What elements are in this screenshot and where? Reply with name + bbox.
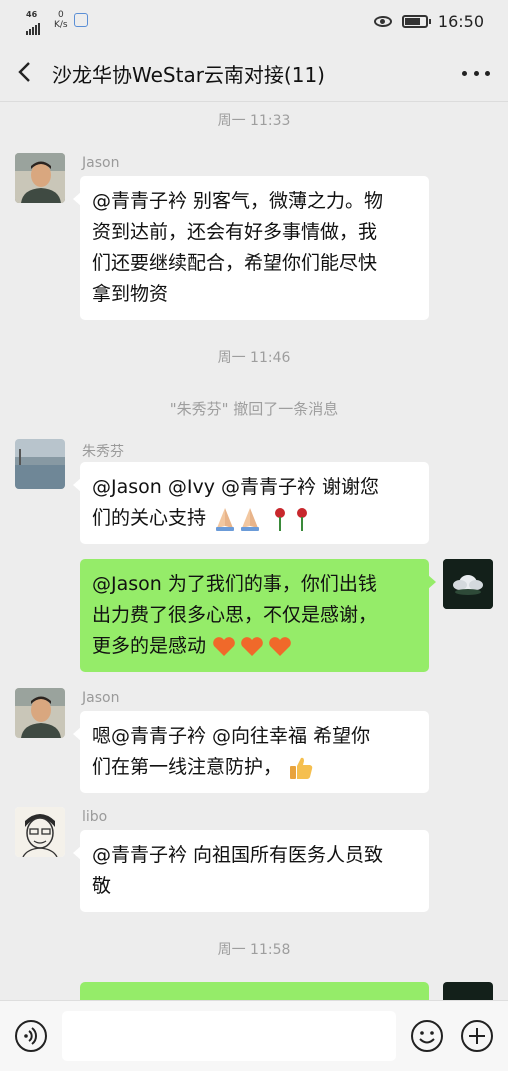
message-line: 们的关心支持 (92, 507, 207, 529)
person-avatar-icon (15, 153, 65, 203)
message-line: 更多的是感动 (92, 635, 207, 657)
signal-icon (26, 21, 40, 35)
message-bubble-outgoing[interactable]: @Jason 为了我们的事，你们出钱 出力费了很多心思，不仅是感谢， 更多的是感… (80, 559, 436, 672)
message-line: 出力费了很多心思，不仅是感谢， (92, 604, 378, 626)
clock: 16:50 (437, 12, 484, 31)
timestamp: 周一 11:33 (217, 113, 291, 129)
sender-name: Jason (82, 155, 120, 171)
signal-group: 46 (26, 10, 40, 35)
message-line-with-emoji: 们的关心支持 (92, 503, 417, 534)
battery-icon (401, 15, 431, 28)
cartoon-avatar-icon (15, 807, 65, 857)
speed-value: 0 (57, 10, 64, 20)
sender-name: Jason (82, 690, 120, 706)
lotus-avatar-icon (443, 559, 493, 609)
message-line: 嗯@青青子衿 @向往幸福 希望你 (92, 725, 371, 747)
timestamp: 周一 11:46 (217, 350, 291, 366)
avatar[interactable] (15, 153, 65, 203)
network-type: 46 (26, 10, 38, 19)
message-line: 资到达前，还会有好多事情做，我 (92, 221, 378, 243)
message-line: @Jason @Ivy @青青子衿 谢谢您 (92, 476, 380, 498)
rose-icon (275, 507, 308, 531)
person-avatar-icon (15, 688, 65, 738)
praying-hands-icon (216, 507, 260, 531)
eye-comfort-icon (373, 16, 392, 27)
avatar[interactable] (15, 439, 65, 489)
message-bubble[interactable]: @青青子衿 向祖国所有医务人员致 敬 (73, 830, 429, 912)
status-bar: 46 0 K/s 16:50 (0, 0, 508, 44)
message-bubble[interactable]: @青青子衿 别客气，微薄之力。物 资到达前，还会有好多事情做，我 们还要继续配合… (73, 176, 429, 320)
thumbs-up-icon (290, 757, 313, 779)
sender-name: libo (82, 809, 108, 825)
message-line: @Jason 为了我们的事，你们出钱 (92, 573, 377, 595)
message-bubble[interactable]: 嗯@青青子衿 @向往幸福 希望你 们在第一线注意防护， (73, 711, 429, 793)
message-line: 们在第一线注意防护， (92, 756, 283, 778)
emoji-icon[interactable] (410, 1019, 444, 1053)
heart-icon (213, 636, 291, 656)
sender-name: 朱秀芬 (82, 444, 124, 460)
message-line: 敬 (92, 875, 112, 897)
message-line: @青青子衿 别客气，微薄之力。物 (92, 190, 384, 212)
avatar[interactable] (443, 559, 493, 609)
more-dots-icon[interactable] (462, 62, 490, 84)
message-line: 们还要继续配合，希望你们能尽快 (92, 252, 378, 274)
status-left: 46 0 K/s (26, 10, 88, 35)
chat-title: 沙龙华协WeStar云南对接(11) (52, 63, 325, 87)
avatar[interactable] (15, 688, 65, 738)
message-line-with-emoji: 更多的是感动 (92, 631, 417, 662)
chat-header: 沙龙华协WeStar云南对接(11) (0, 44, 508, 102)
chevron-left-icon[interactable] (14, 60, 38, 84)
avatar-partial[interactable] (443, 982, 493, 1002)
timestamp: 周一 11:58 (217, 942, 291, 958)
recall-notice: "朱秀芬" 撤回了一条消息 (169, 400, 339, 418)
input-bar (0, 1000, 508, 1071)
message-line-with-emoji: 们在第一线注意防护， (92, 752, 417, 783)
message-input[interactable] (62, 1011, 396, 1061)
speed-unit: K/s (54, 20, 68, 30)
app-notification-icon (73, 13, 88, 27)
status-right: 16:50 (373, 12, 484, 31)
voice-icon[interactable] (14, 1019, 48, 1053)
plus-icon[interactable] (460, 1019, 494, 1053)
message-bubble[interactable]: @Jason @Ivy @青青子衿 谢谢您 们的关心支持 (73, 462, 429, 544)
avatar[interactable] (15, 807, 65, 857)
landscape-avatar-icon (15, 439, 65, 489)
message-bubble-outgoing-partial[interactable] (80, 982, 429, 1002)
message-line: @青青子衿 向祖国所有医务人员致 (92, 844, 384, 866)
message-line: 拿到物资 (92, 283, 169, 305)
